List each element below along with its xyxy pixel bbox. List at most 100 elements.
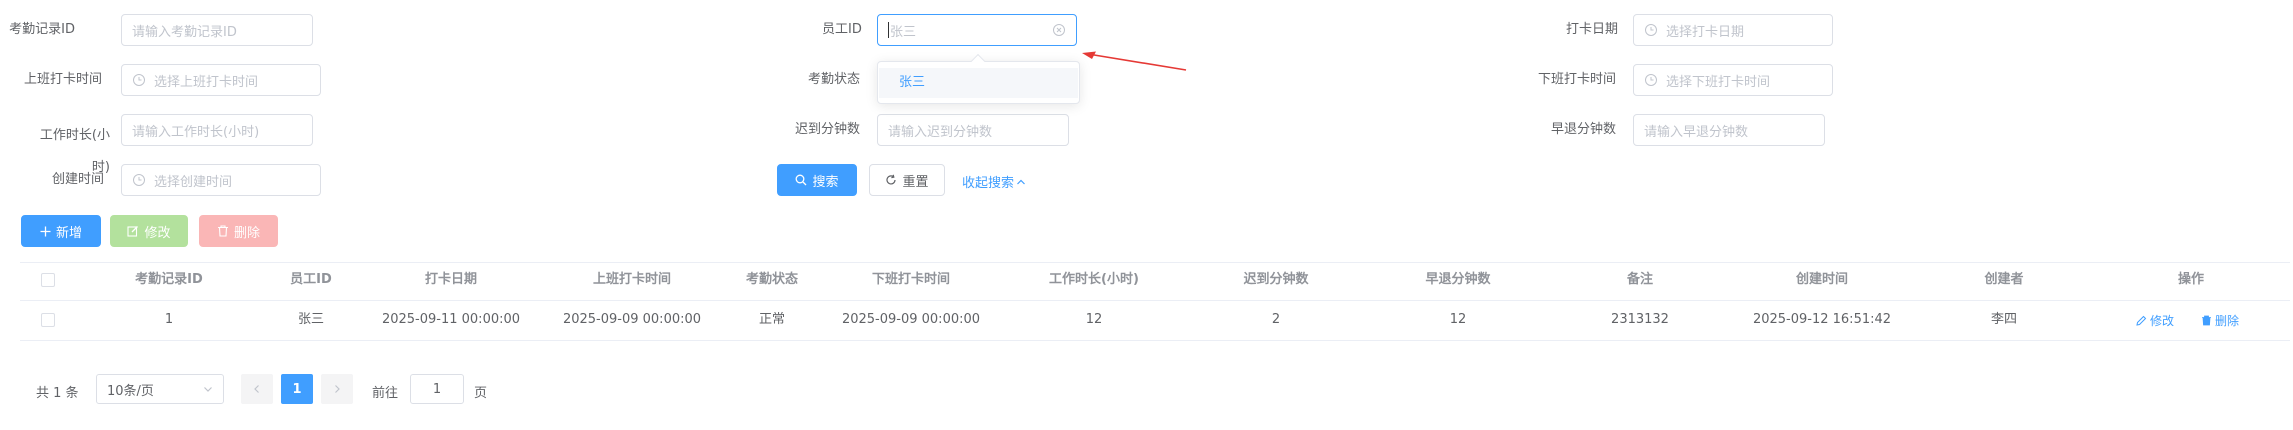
checkout-time-picker[interactable]: 选择下班打卡时间 <box>1633 64 1833 96</box>
refresh-icon <box>886 174 897 185</box>
goto-label: 前往 <box>372 386 399 401</box>
select-all-checkbox[interactable] <box>41 273 55 287</box>
col-work-hours: 工作时长(小时) <box>1049 272 1139 287</box>
table-row-border <box>20 340 2290 341</box>
label-checkout-time: 下班打卡时间 <box>1538 72 1617 87</box>
search-button-label: 搜索 <box>812 174 839 190</box>
delete-button-label: 删除 <box>233 225 260 241</box>
next-page-button[interactable] <box>321 374 353 404</box>
checkin-time-placeholder: 选择上班打卡时间 <box>154 74 259 90</box>
cell-created-time: 2025-09-12 16:51:42 <box>1752 312 1892 327</box>
edit-button[interactable]: 修改 <box>110 215 188 247</box>
cell-employee: 张三 <box>297 312 325 327</box>
label-checkin-time: 上班打卡时间 <box>24 72 103 87</box>
clock-icon <box>1644 23 1658 37</box>
col-employee-id: 员工ID <box>290 272 332 287</box>
reset-button[interactable]: 重置 <box>869 164 945 196</box>
checkin-time-picker[interactable]: 选择上班打卡时间 <box>121 64 321 96</box>
edit-button-label: 修改 <box>144 225 171 241</box>
cell-work-hours: 12 <box>1085 312 1103 327</box>
edit-icon <box>2136 315 2147 326</box>
cell-early-minutes: 12 <box>1449 312 1467 327</box>
label-early-minutes: 早退分钟数 <box>1551 122 1617 137</box>
label-employee-id: 员工ID <box>822 22 862 37</box>
employee-dropdown: 张三 <box>877 53 1080 104</box>
checkout-time-placeholder: 选择下班打卡时间 <box>1666 74 1771 90</box>
collapse-search-label: 收起搜索 <box>962 176 1015 191</box>
cell-clock-date: 2025-09-11 00:00:00 <box>381 312 521 327</box>
col-checkin-time: 上班打卡时间 <box>592 272 672 287</box>
add-button[interactable]: 新增 <box>21 215 101 247</box>
page-size-select[interactable]: 10条/页 <box>96 374 224 404</box>
clock-icon <box>132 73 146 87</box>
cell-attendance-id: 1 <box>164 312 174 327</box>
col-late-minutes: 迟到分钟数 <box>1243 272 1309 287</box>
page-size-value: 10条/页 <box>107 383 154 399</box>
row-edit-label: 修改 <box>2150 314 2175 328</box>
early-minutes-input[interactable]: 请输入早退分钟数 <box>1633 114 1825 146</box>
cell-creator: 李四 <box>1990 312 2018 327</box>
attendance-id-placeholder: 请输入考勤记录ID <box>132 24 237 40</box>
early-minutes-placeholder: 请输入早退分钟数 <box>1644 124 1749 140</box>
text-caret <box>888 22 889 38</box>
add-button-label: 新增 <box>55 225 82 241</box>
work-hours-input[interactable]: 请输入工作时长(小时) <box>121 114 313 146</box>
dropdown-option[interactable]: 张三 <box>879 68 1078 98</box>
attendance-id-input[interactable]: 请输入考勤记录ID <box>121 14 313 46</box>
cell-remark: 2313132 <box>1611 312 1669 327</box>
prev-page-button[interactable] <box>241 374 273 404</box>
label-late-minutes: 迟到分钟数 <box>795 122 861 137</box>
row-delete-label: 删除 <box>2215 314 2240 328</box>
clear-circle-icon[interactable] <box>1052 23 1066 37</box>
col-early-minutes: 早退分钟数 <box>1425 272 1491 287</box>
row-edit-button[interactable]: 修改 <box>2136 312 2174 329</box>
reset-button-label: 重置 <box>902 174 929 190</box>
created-time-picker[interactable]: 选择创建时间 <box>121 164 321 196</box>
clock-date-picker[interactable]: 选择打卡日期 <box>1633 14 1833 46</box>
trash-icon <box>217 225 228 237</box>
col-remark: 备注 <box>1626 272 1654 287</box>
pagination-total: 共 1 条 <box>36 386 79 401</box>
chevron-left-icon <box>254 385 259 393</box>
label-status: 考勤状态 <box>808 72 861 87</box>
late-minutes-input[interactable]: 请输入迟到分钟数 <box>877 114 1069 146</box>
col-actions: 操作 <box>2177 272 2205 287</box>
employee-id-value: 张三 <box>890 24 917 40</box>
plus-icon <box>40 226 51 236</box>
row-delete-button[interactable]: 删除 <box>2201 312 2239 329</box>
label-attendance-id: 考勤记录ID <box>9 22 75 37</box>
chevron-down-icon <box>204 387 212 392</box>
trash-icon <box>2202 315 2211 326</box>
col-clock-date: 打卡日期 <box>424 272 478 287</box>
cell-checkin-time: 2025-09-09 00:00:00 <box>562 312 702 327</box>
col-checkout-time: 下班打卡时间 <box>871 272 951 287</box>
label-created-time: 创建时间 <box>52 172 105 187</box>
chevron-up-icon <box>1017 179 1025 184</box>
cell-checkout-time: 2025-09-09 00:00:00 <box>841 312 981 327</box>
chevron-right-icon <box>335 385 340 393</box>
work-hours-placeholder: 请输入工作时长(小时) <box>132 124 260 140</box>
label-clock-date: 打卡日期 <box>1566 22 1619 37</box>
goto-page-input[interactable]: 1 <box>410 374 464 404</box>
edit-icon <box>127 226 139 237</box>
clock-icon <box>132 173 146 187</box>
late-minutes-placeholder: 请输入迟到分钟数 <box>888 124 993 140</box>
cell-late-minutes: 2 <box>1271 312 1281 327</box>
clock-icon <box>1644 73 1658 87</box>
col-status: 考勤状态 <box>745 272 799 287</box>
annotation-arrow <box>1082 51 1187 71</box>
employee-id-select[interactable]: 张三 <box>877 14 1077 46</box>
row-checkbox[interactable] <box>41 313 55 327</box>
table-top-border <box>20 262 2290 263</box>
page-number-button[interactable]: 1 <box>281 374 313 404</box>
dropdown-arrow <box>970 53 986 69</box>
search-button[interactable]: 搜索 <box>777 164 857 196</box>
table-header-border <box>20 300 2290 301</box>
page-unit-label: 页 <box>474 386 488 401</box>
col-attendance-id: 考勤记录ID <box>135 272 203 287</box>
delete-button[interactable]: 删除 <box>199 215 278 247</box>
created-time-placeholder: 选择创建时间 <box>154 174 233 190</box>
collapse-search-link[interactable]: 收起搜索 <box>962 172 1026 191</box>
search-icon <box>796 174 807 186</box>
col-created-time: 创建时间 <box>1795 272 1849 287</box>
